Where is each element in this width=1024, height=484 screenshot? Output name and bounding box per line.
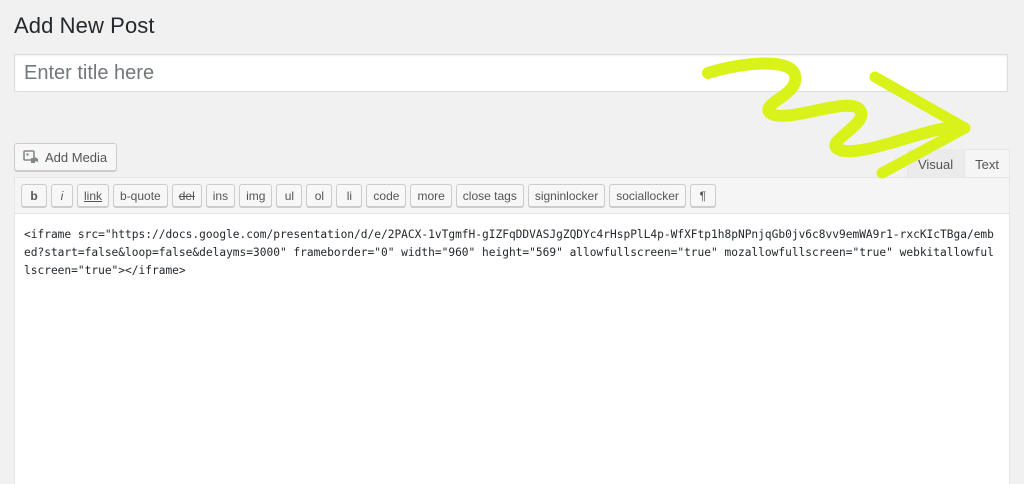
quicktag-link-button[interactable]: link (77, 184, 110, 207)
quicktag-li-button[interactable]: li (336, 184, 363, 207)
quicktag-code-button[interactable]: code (366, 184, 407, 207)
quicktag-del-button[interactable]: del (171, 184, 202, 207)
text-editor: b i link b-quote del ins img ul ol li code more clos… (14, 177, 1010, 484)
quicktag-ul-button[interactable]: ul (276, 184, 303, 207)
quicktag-ins-button[interactable]: ins (205, 184, 236, 207)
quicktags-toolbar: b i link b-quote del ins img ul ol li code more clos… (15, 178, 1009, 214)
page-title: Add New Post (14, 13, 155, 38)
quicktag-signinlocker-button[interactable]: signinlocker (527, 184, 606, 207)
editor-tabs: Visual Text (906, 149, 1010, 178)
quicktag-paragraph-button[interactable]: ¶ (689, 184, 716, 207)
quicktag-ol-button[interactable]: ol (306, 184, 333, 207)
post-title-input[interactable] (14, 54, 1008, 92)
editor-content[interactable]: <iframe src="https://docs.google.com/pre… (15, 214, 1009, 484)
add-media-label: Add Media (45, 149, 108, 165)
tab-text[interactable]: Text (964, 149, 1010, 178)
quicktag-i-button[interactable]: i (51, 184, 73, 207)
quicktag-more-button[interactable]: more (410, 184, 452, 207)
quicktag-b-quote-button[interactable]: b-quote (113, 184, 168, 207)
tab-visual[interactable]: Visual (906, 149, 965, 178)
quicktag-close-tags-button[interactable]: close tags (455, 184, 524, 207)
quicktag-b-button[interactable]: b (21, 184, 47, 207)
editor-page: Add New Post Add Media Visual Text bilin… (0, 0, 1024, 484)
media-icon (23, 149, 39, 165)
add-media-button[interactable]: Add Media (14, 143, 118, 171)
quicktag-sociallocker-button[interactable]: sociallocker (609, 184, 686, 207)
quicktag-img-button[interactable]: img (239, 184, 273, 207)
